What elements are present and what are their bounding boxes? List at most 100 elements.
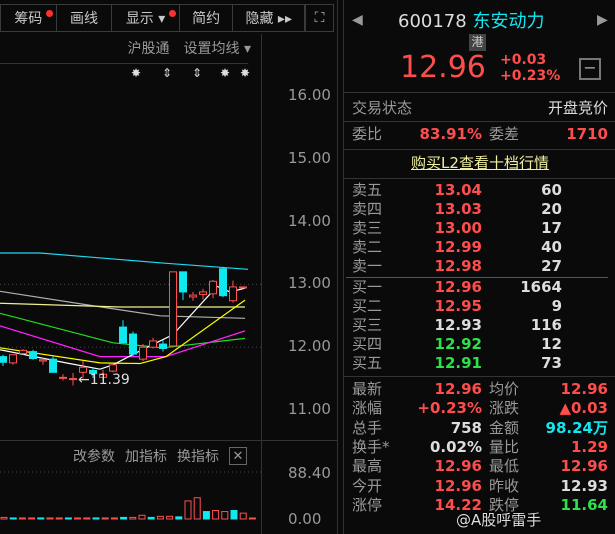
candle-body bbox=[179, 271, 187, 293]
stat-label: 总手 bbox=[352, 418, 383, 437]
candle-body bbox=[29, 351, 37, 360]
divider bbox=[0, 440, 338, 441]
kline-panel: 筹码 画线 显示 ▾ 简约 隐藏 ▸▸ ⛶ 沪股通 设置均线 ▾ ✸ ⇕ ⇕ ✸ ✸ 1… bbox=[0, 0, 338, 534]
stat-label: 最新 bbox=[352, 380, 383, 398]
level-label: 买三 bbox=[352, 316, 383, 334]
level-price: 12.98 bbox=[434, 257, 482, 275]
stat-row: 最新 12.96 均价 12.96 bbox=[344, 380, 615, 399]
switch-indicator-button[interactable]: 换指标 bbox=[177, 446, 219, 466]
order-book-row: 买三 12.93 116 bbox=[344, 316, 615, 335]
order-ratio: 83.91% bbox=[419, 125, 482, 143]
stock-code: 600178 bbox=[398, 11, 467, 32]
volume-bar bbox=[175, 516, 183, 520]
stat-row: 最高 12.96 最低 12.96 bbox=[344, 457, 615, 476]
level-label: 买一 bbox=[352, 278, 383, 296]
ma-line bbox=[0, 302, 245, 308]
close-icon[interactable]: ✕ bbox=[229, 447, 247, 465]
level-volume: 9 bbox=[551, 297, 562, 315]
level-volume: 17 bbox=[541, 219, 562, 237]
candle-body bbox=[159, 343, 167, 349]
volume-axis-min: 0.00 bbox=[288, 510, 322, 528]
level-volume: 73 bbox=[541, 354, 562, 372]
stat-row: 总手 758 金额 98.24万 bbox=[344, 419, 615, 438]
trade-status: 开盘竞价 bbox=[547, 99, 608, 117]
order-book-row: 卖二 12.99 40 bbox=[344, 238, 615, 257]
candle-body bbox=[229, 286, 237, 302]
next-stock-icon[interactable]: ▶ bbox=[597, 12, 608, 28]
label: 交易状态 bbox=[352, 99, 413, 117]
label: 委比 bbox=[352, 125, 383, 143]
divider bbox=[344, 92, 615, 93]
level-label: 卖五 bbox=[352, 181, 383, 199]
volume-bar bbox=[138, 514, 146, 520]
prev-stock-icon[interactable]: ◀ bbox=[352, 12, 363, 28]
level-label: 买五 bbox=[352, 354, 383, 372]
order-book-row: 卖一 12.98 27 bbox=[344, 257, 615, 276]
stat-label: 涨跌 bbox=[489, 399, 520, 418]
volume-bar bbox=[46, 517, 54, 520]
level-volume: 1664 bbox=[520, 278, 562, 296]
stat-value: 12.93 bbox=[560, 476, 608, 495]
volume-axis-max: 88.40 bbox=[288, 464, 331, 482]
price-axis-label: 15.00 bbox=[288, 148, 331, 167]
volume-bar bbox=[156, 515, 164, 520]
order-ratio-row: 委比 83.91% 委差 1710 bbox=[344, 125, 615, 144]
stat-value: 12.96 bbox=[434, 457, 482, 476]
volume-bar bbox=[212, 509, 220, 520]
volume-bar bbox=[74, 517, 82, 520]
stat-value: 12.96 bbox=[434, 476, 482, 495]
level-label: 买四 bbox=[352, 335, 383, 353]
volume-bar bbox=[83, 517, 91, 520]
level-price: 12.93 bbox=[434, 316, 482, 334]
stat-value: 0.02% bbox=[429, 437, 482, 456]
order-book-row: 买一 12.96 1664 bbox=[344, 278, 615, 297]
stat-value: 12.96 bbox=[560, 380, 608, 398]
stat-label: 今开 bbox=[352, 476, 383, 495]
volume-bar bbox=[9, 517, 17, 520]
stat-label: 量比 bbox=[489, 437, 520, 456]
level-price: 12.91 bbox=[434, 354, 482, 372]
candle-body bbox=[199, 291, 207, 295]
volume-bar bbox=[193, 497, 201, 520]
stat-row: 换手* 0.02% 量比 1.29 bbox=[344, 438, 615, 457]
candle-body bbox=[0, 356, 7, 363]
volume-bar bbox=[166, 515, 174, 520]
divider bbox=[344, 376, 615, 377]
level-volume: 12 bbox=[541, 335, 562, 353]
stat-label: 昨收 bbox=[489, 476, 520, 495]
volume-bar bbox=[221, 511, 229, 520]
candle-body bbox=[209, 280, 217, 295]
fullscreen-icon[interactable]: ⛶ bbox=[306, 4, 334, 32]
buy-l2-link[interactable]: 购买L2查看十档行情 bbox=[344, 154, 615, 173]
divider bbox=[344, 178, 615, 179]
price-axis-label: 11.00 bbox=[288, 400, 331, 418]
price-axis-label: 13.00 bbox=[288, 274, 331, 293]
level-price: 12.96 bbox=[434, 278, 482, 296]
candle-body bbox=[239, 286, 247, 289]
stat-value: ▲0.03 bbox=[559, 399, 608, 418]
divider bbox=[344, 149, 615, 150]
divider bbox=[344, 121, 615, 122]
level-label: 卖三 bbox=[352, 219, 383, 237]
candle-body bbox=[219, 268, 227, 297]
volume-bar bbox=[184, 500, 192, 520]
stat-value: 11.64 bbox=[560, 495, 608, 514]
price-change: +0.03 +0.23% bbox=[500, 52, 560, 84]
volume-bar bbox=[18, 517, 26, 520]
level-price: 12.95 bbox=[434, 297, 482, 315]
add-indicator-button[interactable]: 加指标 bbox=[125, 446, 167, 466]
level-label: 卖二 bbox=[352, 238, 383, 256]
order-diff: 1710 bbox=[566, 125, 608, 143]
change-percent: +0.23% bbox=[500, 68, 561, 84]
stat-label: 涨停 bbox=[352, 495, 383, 514]
order-book-row: 买四 12.92 12 bbox=[344, 335, 615, 354]
change-params-button[interactable]: 改参数 bbox=[73, 446, 115, 466]
level-volume: 40 bbox=[541, 238, 562, 256]
stat-value: 12.96 bbox=[434, 380, 482, 398]
candle-body bbox=[149, 340, 157, 348]
collapse-button[interactable]: − bbox=[579, 58, 601, 80]
level-price: 12.92 bbox=[434, 335, 482, 353]
volume-bar bbox=[101, 517, 109, 520]
stat-value: 12.96 bbox=[560, 457, 608, 476]
stat-value: 758 bbox=[450, 418, 482, 437]
